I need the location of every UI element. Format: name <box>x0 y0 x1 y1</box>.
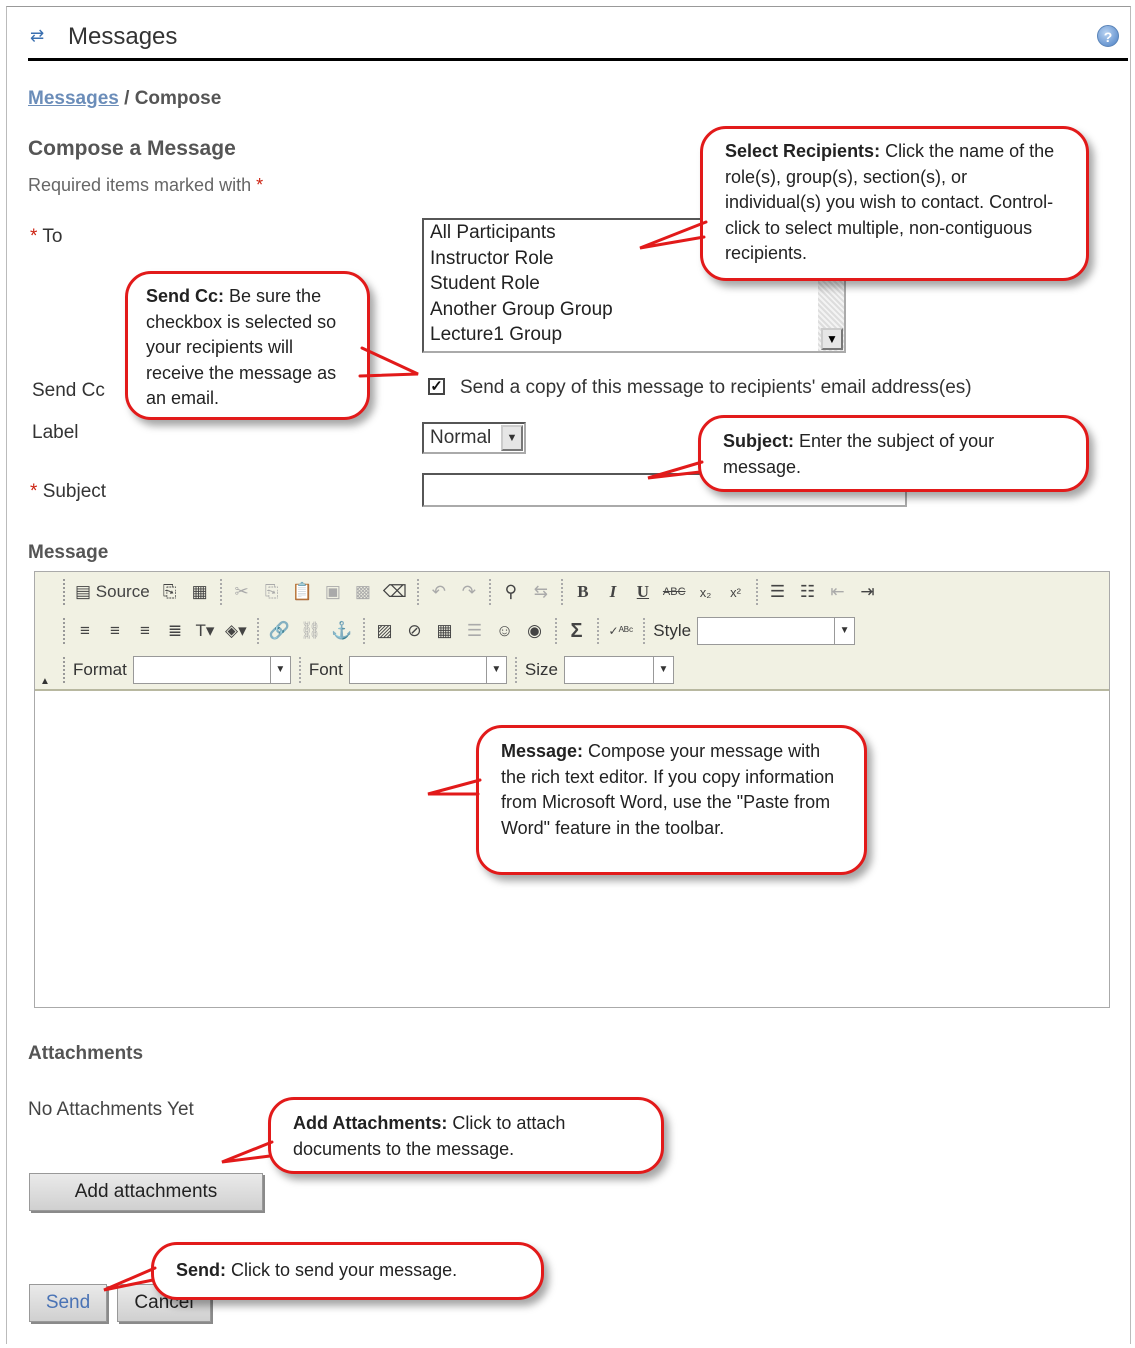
message-pointer <box>427 778 482 796</box>
send-pointer <box>103 1266 157 1292</box>
recipients-pointer <box>639 220 708 250</box>
subject-pointer <box>647 460 704 480</box>
send-cc-pointer <box>358 346 419 378</box>
callout-pointers <box>103 220 708 1292</box>
attachments-pointer <box>221 1140 274 1164</box>
